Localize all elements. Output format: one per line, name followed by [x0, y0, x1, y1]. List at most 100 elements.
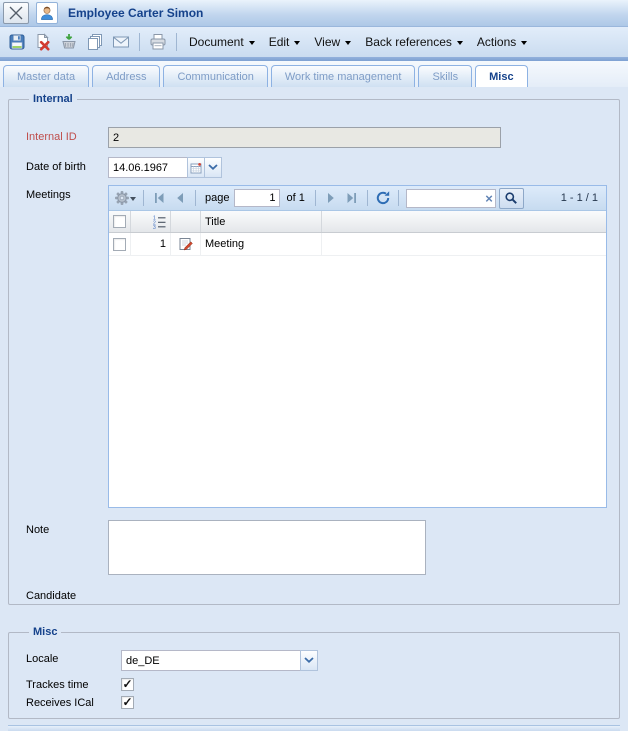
delete-button[interactable] [30, 29, 56, 55]
tab-label: Skills [432, 71, 458, 83]
page-label: page [201, 192, 233, 204]
numbered-list-icon: 123 [152, 215, 166, 229]
locale-dropdown-trigger[interactable] [300, 650, 318, 671]
first-page-icon [152, 192, 166, 204]
menu-actions[interactable]: Actions [470, 31, 534, 53]
save-button[interactable] [4, 29, 30, 55]
row-checkbox[interactable] [113, 238, 126, 251]
menu-view[interactable]: View [307, 31, 358, 53]
chevron-down-icon [208, 164, 218, 171]
delete-icon [34, 33, 52, 51]
row-number-header-cell[interactable]: 123 [131, 211, 171, 232]
row-select-cell[interactable] [109, 233, 131, 255]
last-page-button[interactable] [342, 188, 362, 208]
quick-search: × [406, 189, 496, 208]
email-button[interactable] [108, 29, 134, 55]
refresh-button[interactable] [373, 188, 393, 208]
internal-id-field [108, 127, 501, 148]
tabstrip: Master data Address Communication Work t… [0, 61, 628, 87]
tab-label: Master data [17, 71, 75, 83]
date-of-birth-field[interactable] [108, 157, 188, 178]
chevron-down-icon [304, 657, 314, 664]
receives-ical-checkbox[interactable] [121, 696, 134, 709]
candidate-label: Candidate [26, 586, 108, 602]
date-of-birth-label: Date of birth [26, 157, 108, 173]
edit-record-icon [179, 237, 193, 251]
menu-edit[interactable]: Edit [262, 31, 308, 53]
refresh-icon [375, 190, 391, 206]
tab-misc[interactable]: Misc [475, 65, 527, 87]
locale-label: Locale [26, 650, 121, 665]
meetings-grid: page of 1 [108, 185, 607, 508]
meeting-row[interactable]: 1 Meeting [109, 233, 606, 256]
menu-actions-label: Actions [477, 35, 516, 49]
window-bottom-edge [8, 725, 620, 731]
magnifier-icon [504, 191, 518, 205]
filler-column-header [322, 211, 606, 232]
search-button[interactable] [499, 188, 524, 209]
tab-work-time-management[interactable]: Work time management [271, 65, 416, 87]
tab-communication[interactable]: Communication [163, 65, 267, 87]
import-button[interactable] [56, 29, 82, 55]
menu-back-references[interactable]: Back references [358, 31, 470, 53]
receives-ical-row: Receives ICal [26, 696, 611, 709]
internal-id-label: Internal ID [26, 127, 108, 143]
tab-label: Misc [489, 71, 513, 83]
page-number-input[interactable] [234, 189, 280, 207]
chevron-down-icon [457, 41, 463, 45]
first-page-button[interactable] [149, 188, 169, 208]
chevron-down-icon [130, 197, 136, 201]
select-all-checkbox[interactable] [113, 215, 126, 228]
row-filler-cell [322, 233, 606, 255]
quick-search-input[interactable] [406, 189, 496, 208]
tab-address[interactable]: Address [92, 65, 160, 87]
row-title-cell: Meeting [201, 233, 322, 255]
employee-avatar [36, 2, 58, 24]
date-dropdown-trigger[interactable] [204, 157, 222, 178]
grid-toolbar-separator [398, 190, 399, 206]
record-count: 1 - 1 / 1 [561, 192, 603, 204]
import-basket-icon [60, 33, 78, 51]
misc-fieldset: Misc Locale Trackes time Receives ICal [8, 626, 620, 719]
close-button[interactable] [3, 2, 29, 24]
row-edit-cell[interactable] [171, 233, 201, 255]
note-textarea[interactable] [108, 520, 426, 575]
date-picker-trigger[interactable] [187, 157, 205, 178]
svg-text:3: 3 [153, 225, 156, 229]
close-icon [8, 5, 24, 21]
print-icon [149, 33, 167, 51]
locale-combo-input[interactable] [121, 650, 301, 671]
prev-page-button[interactable] [170, 188, 190, 208]
tab-label: Address [106, 71, 146, 83]
calendar-icon [190, 162, 202, 174]
meetings-grid-header: 123 Title [109, 211, 606, 233]
print-button[interactable] [145, 29, 171, 55]
chevron-down-icon [345, 41, 351, 45]
edit-column-header-cell[interactable] [171, 211, 201, 232]
tab-label: Communication [177, 71, 253, 83]
tab-skills[interactable]: Skills [418, 65, 472, 87]
grid-empty-area [109, 256, 606, 507]
grid-toolbar-separator [195, 190, 196, 206]
page-of-label: of 1 [281, 192, 309, 204]
title-column-header[interactable]: Title [201, 211, 322, 232]
employee-edit-window: Employee Carter Simon [0, 0, 628, 731]
menu-document-label: Document [189, 35, 244, 49]
chevron-down-icon [521, 41, 527, 45]
copy-button[interactable] [82, 29, 108, 55]
chevron-down-icon [249, 41, 255, 45]
select-all-header-cell[interactable] [109, 211, 131, 232]
menu-document[interactable]: Document [182, 31, 262, 53]
next-page-icon [325, 192, 337, 204]
clear-search-icon[interactable]: × [485, 190, 493, 207]
next-page-button[interactable] [321, 188, 341, 208]
grid-toolbar-separator [367, 190, 368, 206]
tab-master-data[interactable]: Master data [3, 65, 89, 87]
tracks-time-checkbox[interactable] [121, 678, 134, 691]
row-number-cell: 1 [131, 233, 171, 255]
copy-icon [86, 33, 104, 51]
grid-settings-button[interactable] [112, 188, 138, 208]
misc-tab-panel: Internal Internal ID Date of birth [0, 87, 628, 731]
email-icon [112, 33, 130, 51]
titlebar: Employee Carter Simon [0, 0, 628, 27]
